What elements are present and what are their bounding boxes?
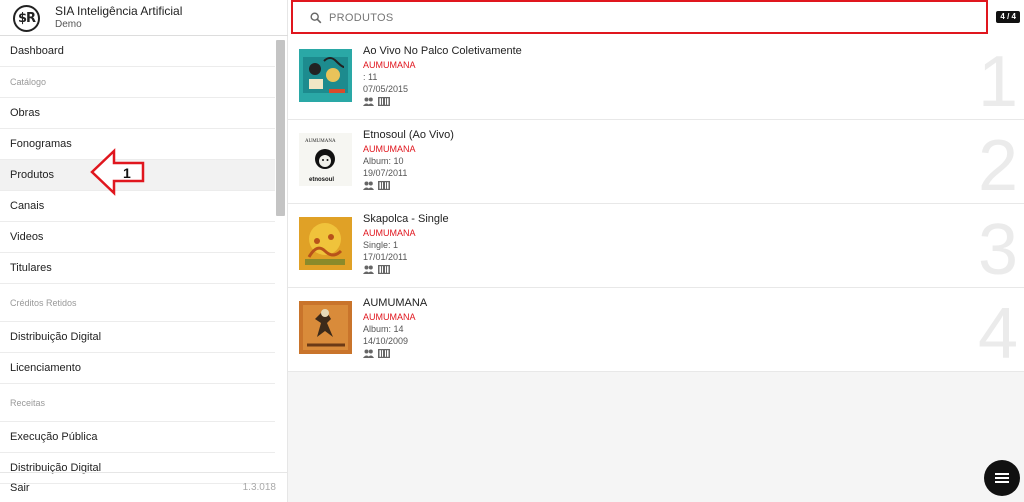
album-cover-image [299,301,352,354]
brand-header[interactable]: $R SIA Inteligência Artificial Demo [0,0,288,36]
product-icons [363,97,390,106]
product-meta: Album: 14 [363,324,404,334]
row-index: 1 [977,42,1018,122]
product-date: 17/01/2011 [363,252,408,262]
search-icon [310,12,322,24]
sidebar-item-distribuicao-digital[interactable]: Distribuição Digital [0,322,275,353]
list-item[interactable]: Ao Vivo No Palco Coletivamente AUMUMANA … [288,36,1024,122]
section-catalogo: Catálogo [0,67,275,98]
svg-text:etnosoul: etnosoul [309,177,334,183]
logout-link[interactable]: Sair [10,482,30,494]
product-title[interactable]: AUMUMANA [363,297,427,309]
barcode-icon[interactable] [378,97,390,106]
topbar: 4 / 4 [288,0,1024,36]
product-artist: AUMUMANA [363,144,416,154]
logo-icon: $R [13,5,40,32]
product-artist: AUMUMANA [363,312,416,322]
results-list: Ao Vivo No Palco Coletivamente AUMUMANA … [288,36,1024,374]
product-icons [363,349,390,358]
product-date: 07/05/2015 [363,84,409,94]
product-title[interactable]: Skapolca - Single [363,213,449,225]
sidebar-item-titulares[interactable]: Titulares [0,253,275,284]
sidebar: $R SIA Inteligência Artificial Demo Dash… [0,0,288,502]
album-cover-image: AUMUMANA etnosoul [299,133,352,186]
product-artist: AUMUMANA [363,228,416,238]
list-item[interactable]: Skapolca - Single AUMUMANA Single: 1 17/… [288,204,1024,290]
list-item[interactable]: AUMUMANA AUMUMANA Album: 14 14/10/2009 4 [288,288,1024,374]
product-title[interactable]: Ao Vivo No Palco Coletivamente [363,45,522,57]
sidebar-item-obras[interactable]: Obras [0,98,275,129]
product-date: 19/07/2011 [363,168,408,178]
sidebar-item-dashboard[interactable]: Dashboard [0,36,275,67]
product-icons [363,181,390,190]
app-title: SIA Inteligência Artificial [55,4,183,18]
album-cover-image [299,49,352,102]
people-icon[interactable] [363,349,374,358]
album-cover-image [299,217,352,270]
people-icon[interactable] [363,97,374,106]
row-index: 3 [977,210,1018,290]
menu-fab-button[interactable] [984,460,1020,496]
menu-icon [995,473,1009,483]
barcode-icon[interactable] [378,181,390,190]
search-input[interactable] [329,8,929,28]
results-counter: 4 / 4 [996,11,1020,23]
barcode-icon[interactable] [378,349,390,358]
section-creditos-retidos: Créditos Retidos [0,284,275,322]
product-meta: : 11 [363,72,378,82]
people-icon[interactable] [363,181,374,190]
product-icons [363,265,390,274]
main-content: Ao Vivo No Palco Coletivamente AUMUMANA … [288,36,1024,502]
svg-text:AUMUMANA: AUMUMANA [305,139,336,144]
sidebar-item-licenciamento[interactable]: Licenciamento [0,353,275,384]
sidebar-scrollbar[interactable] [276,40,285,216]
search-box[interactable] [291,0,988,34]
section-receitas: Receitas [0,384,275,422]
product-meta: Single: 1 [363,240,399,250]
people-icon[interactable] [363,265,374,274]
barcode-icon[interactable] [378,265,390,274]
sidebar-footer: Sair 1.3.018 [0,472,288,502]
list-item[interactable]: AUMUMANA etnosoul Etnosoul (Ao Vivo) AUM… [288,120,1024,206]
annotation-arrow: 1 [90,148,145,196]
sidebar-item-videos[interactable]: Videos [0,222,275,253]
version-label: 1.3.018 [242,482,276,493]
sidebar-item-execucao-publica[interactable]: Execução Pública [0,422,275,453]
annotation-number: 1 [123,165,131,181]
product-meta: Album: 10 [363,156,404,166]
row-index: 2 [977,126,1018,206]
row-index: 4 [977,294,1018,374]
product-date: 14/10/2009 [363,336,409,346]
product-artist: AUMUMANA [363,60,416,70]
app-subtitle: Demo [55,19,82,30]
product-title[interactable]: Etnosoul (Ao Vivo) [363,129,454,141]
sidebar-menu: Dashboard Catálogo Obras Fonogramas Prod… [0,36,275,484]
